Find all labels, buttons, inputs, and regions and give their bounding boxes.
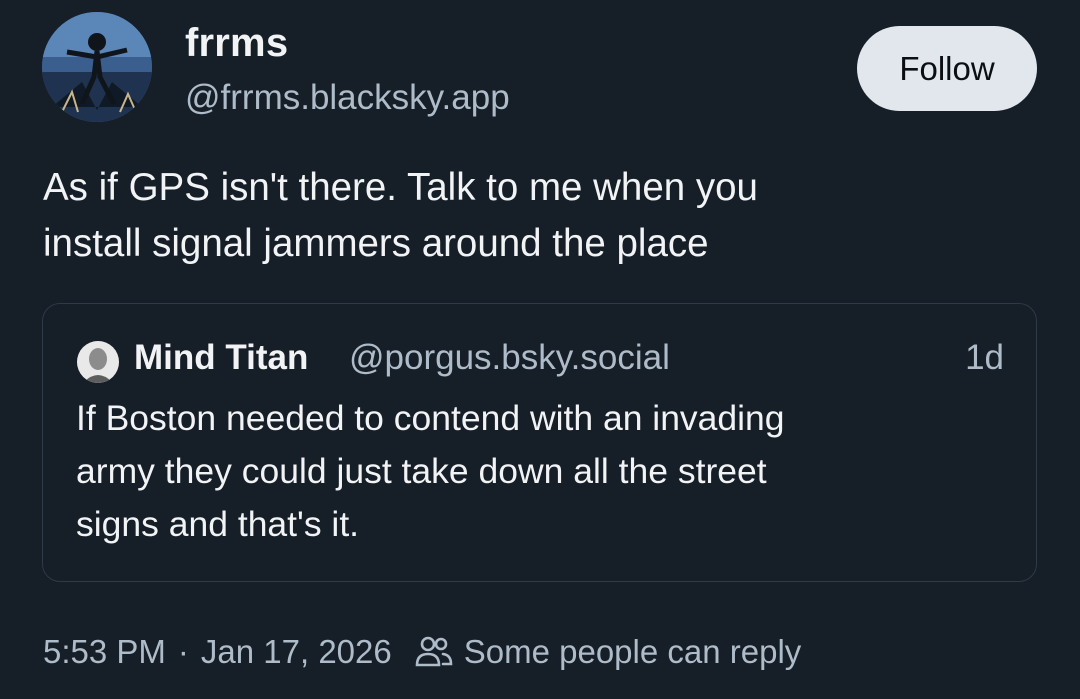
quoted-author-handle[interactable]: @porgus.bsky.social	[349, 336, 670, 380]
post-date: Jan 17, 2026	[200, 633, 392, 670]
author-display-name[interactable]: frrms	[185, 20, 288, 66]
quoted-post-text: If Boston needed to contend with an inva…	[76, 392, 976, 551]
post-text: As if GPS isn't there. Talk to me when y…	[43, 160, 1033, 272]
follow-button[interactable]: Follow	[857, 26, 1037, 111]
quoted-text-line: signs and that's it.	[76, 504, 360, 544]
quoted-text-line: army they could just take down all the s…	[76, 451, 767, 491]
post-text-line: As if GPS isn't there. Talk to me when y…	[43, 166, 758, 209]
meta-separator: ·	[177, 633, 189, 670]
quoted-author-name[interactable]: Mind Titan	[134, 336, 308, 380]
post-metadata: 5:53 PM · Jan 17, 2026 Some people can r…	[43, 630, 801, 674]
post-view: frrms @frrms.blacksky.app Follow As if G…	[0, 0, 1080, 699]
author-handle[interactable]: @frrms.blacksky.app	[185, 76, 510, 120]
quoted-post-time: 1d	[965, 338, 1004, 377]
author-avatar[interactable]	[42, 12, 152, 122]
quoted-text-line: If Boston needed to contend with an inva…	[76, 398, 785, 438]
post-text-line: install signal jammers around the place	[43, 222, 709, 265]
post-time: 5:53 PM	[43, 633, 166, 670]
people-icon	[414, 632, 454, 672]
quoted-post-card[interactable]: Mind Titan @porgus.bsky.social 1d If Bos…	[42, 303, 1037, 582]
quoted-author-avatar[interactable]	[77, 341, 119, 383]
reply-setting-label[interactable]: Some people can reply	[464, 633, 802, 671]
